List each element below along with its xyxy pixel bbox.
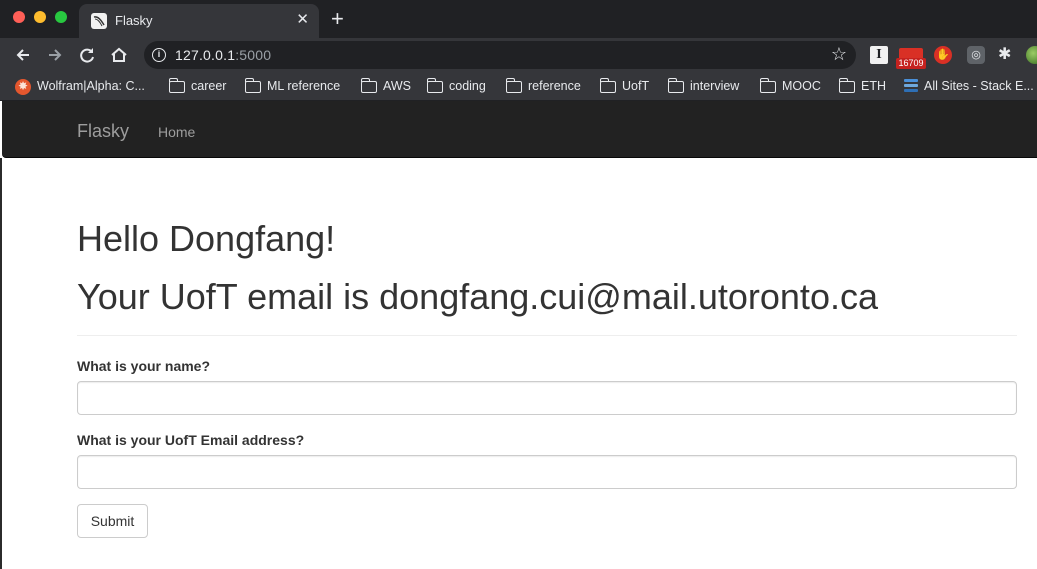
bookmark-career[interactable]: career (168, 78, 227, 96)
flask-favicon-icon (91, 13, 107, 29)
forward-arrow-icon[interactable] (44, 44, 66, 66)
bookmark-mooc[interactable]: MOOC (759, 78, 821, 96)
bookmarks-bar: Wolfram|Alpha: C... career ML reference … (0, 72, 1037, 101)
page-left-edge (0, 158, 2, 569)
header-divider (77, 335, 1017, 336)
bookmark-wolfram-alpha[interactable]: Wolfram|Alpha: C... (15, 78, 145, 96)
folder-icon (360, 78, 377, 93)
bookmark-label: career (191, 79, 227, 93)
bookmark-label: coding (449, 79, 486, 93)
url-host: 127.0.0.1 (175, 47, 236, 63)
stack-exchange-icon (904, 78, 918, 94)
email-input[interactable] (77, 455, 1017, 489)
bookmark-coding[interactable]: coding (426, 78, 486, 96)
new-tab-button[interactable]: + (331, 8, 344, 30)
url-port: :5000 (235, 47, 272, 63)
wolfram-icon (15, 78, 31, 95)
bookmark-ml-reference[interactable]: ML reference (244, 78, 341, 96)
bookmark-label: ML reference (267, 79, 341, 93)
name-input[interactable] (77, 381, 1017, 415)
adblock-hand-icon[interactable]: ✋ (934, 46, 952, 64)
folder-icon (505, 78, 522, 93)
email-heading: Your UofT email is dongfang.cui@mail.uto… (77, 276, 878, 317)
bookmark-label: reference (528, 79, 581, 93)
site-info-icon[interactable]: i (152, 48, 166, 62)
navbar-brand[interactable]: Flasky (77, 121, 129, 142)
address-bar[interactable]: i 127.0.0.1:5000 ☆ (144, 41, 856, 69)
greeting-heading: Hello Dongfang! (77, 218, 336, 259)
submit-button[interactable]: Submit (77, 504, 148, 538)
folder-icon (838, 78, 855, 93)
site-navbar: Flasky Home (2, 101, 1037, 158)
bookmark-label: ETH (861, 79, 886, 93)
bookmark-label: UofT (622, 79, 650, 93)
browser-tab-flasky[interactable]: Flasky ✕ (79, 4, 319, 38)
instapaper-extension-icon[interactable]: I (870, 46, 888, 64)
reload-icon[interactable] (76, 44, 98, 66)
back-arrow-icon[interactable] (12, 44, 34, 66)
bookmark-aws[interactable]: AWS (360, 78, 412, 96)
bookmark-eth[interactable]: ETH (838, 78, 886, 96)
extensions-puzzle-icon[interactable]: ✱ (998, 46, 1016, 64)
bookmark-uoft[interactable]: UofT (599, 78, 650, 96)
home-icon[interactable] (108, 44, 130, 66)
folder-icon (599, 78, 616, 93)
bookmark-label: Wolfram|Alpha: C... (37, 79, 145, 93)
nav-link-home[interactable]: Home (158, 124, 195, 140)
bookmark-star-icon[interactable]: ☆ (831, 45, 847, 63)
bookmark-reference[interactable]: reference (505, 78, 581, 96)
bookmark-label: All Sites - Stack E... (924, 79, 1034, 93)
folder-icon (168, 78, 185, 93)
bookmark-label: AWS (383, 79, 412, 93)
window-minimize-button[interactable] (34, 11, 46, 23)
window-close-button[interactable] (13, 11, 25, 23)
email-label: What is your UofT Email address? (77, 432, 305, 448)
folder-icon (759, 78, 776, 93)
name-label: What is your name? (77, 358, 211, 374)
bookmark-label: MOOC (782, 79, 821, 93)
bookmark-stack-exchange[interactable]: All Sites - Stack E... (904, 78, 1034, 96)
folder-icon (426, 78, 443, 93)
url-text: 127.0.0.1:5000 (175, 47, 271, 63)
window-maximize-button[interactable] (55, 11, 67, 23)
bookmark-interview[interactable]: interview (667, 78, 740, 96)
browser-tabstrip: Flasky ✕ + (0, 0, 1037, 38)
folder-icon (244, 78, 261, 93)
folder-icon (667, 78, 684, 93)
profile-avatar[interactable] (1026, 46, 1037, 64)
lightbulb-extension-icon[interactable]: ◎ (967, 46, 985, 64)
browser-toolbar: i 127.0.0.1:5000 ☆ I ✋ ◎ ✱ (0, 38, 1037, 72)
bookmark-label: interview (690, 79, 740, 93)
close-tab-icon[interactable]: ✕ (296, 11, 309, 29)
tab-title: Flasky (115, 13, 153, 28)
mail-count-badge: 16709 (896, 58, 926, 69)
